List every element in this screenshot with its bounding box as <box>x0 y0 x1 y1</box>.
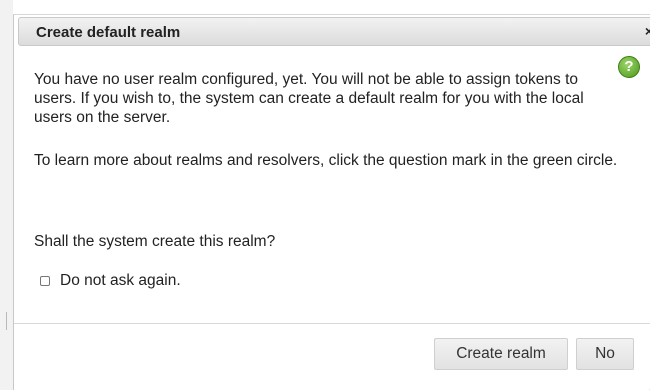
page: Create default realm × ? You have no use… <box>0 0 650 390</box>
create-realm-dialog: Create default realm × ? You have no use… <box>13 14 650 390</box>
no-button[interactable]: No <box>576 338 634 370</box>
resize-handle-icon[interactable] <box>644 385 650 390</box>
dialog-title: Create default realm <box>36 24 181 41</box>
question-text: Shall the system create this realm? <box>34 233 276 250</box>
background-divider <box>6 312 7 330</box>
intro-text: You have no user realm configured, yet. … <box>34 71 584 126</box>
button-pane-divider <box>14 323 650 324</box>
learn-more-text: To learn more about realms and resolvers… <box>34 152 618 169</box>
close-icon[interactable]: × <box>645 23 650 39</box>
dialog-titlebar[interactable]: Create default realm × <box>18 17 650 46</box>
create-realm-button[interactable]: Create realm <box>434 338 568 370</box>
do-not-ask-again-checkbox[interactable] <box>40 276 50 286</box>
do-not-ask-again-label[interactable]: Do not ask again. <box>60 272 181 290</box>
background-window-edge <box>0 0 13 390</box>
do-not-ask-again-option[interactable]: Do not ask again. <box>40 271 181 291</box>
